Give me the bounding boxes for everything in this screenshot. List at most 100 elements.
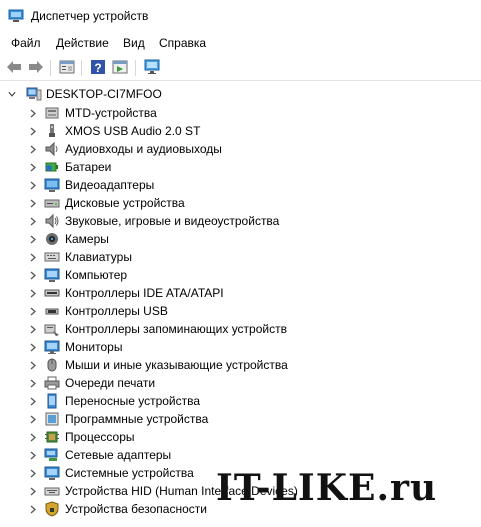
back-arrow-icon[interactable]: [5, 58, 23, 76]
tree-node-label: Системные устройства: [65, 466, 194, 480]
chevron-right-icon[interactable]: [29, 307, 37, 315]
tree-node-label: Очереди печати: [65, 376, 156, 390]
chevron-right-icon[interactable]: [29, 127, 37, 135]
tree-node[interactable]: Клавиатуры: [0, 248, 481, 266]
tree-node[interactable]: Сетевые адаптеры: [0, 446, 481, 464]
tree-node[interactable]: Программные устройства: [0, 410, 481, 428]
monitor-icon: [44, 339, 60, 355]
title-bar: Диспетчер устройств: [0, 0, 481, 32]
tree-node[interactable]: Дисковые устройства: [0, 194, 481, 212]
menu-action[interactable]: Действие: [55, 36, 110, 50]
chevron-right-icon[interactable]: [29, 253, 37, 261]
monitor-scan-icon[interactable]: [143, 58, 161, 76]
tree-node-label: XMOS USB Audio 2.0 ST: [65, 124, 201, 138]
tree-node-label: Дисковые устройства: [65, 196, 185, 210]
battery-icon: [44, 159, 60, 175]
tree-root-label: DESKTOP-CI7MFOO: [46, 87, 162, 101]
chevron-right-icon[interactable]: [29, 217, 37, 225]
tree-node-label: Клавиатуры: [65, 250, 132, 264]
tree-node-label: Видеоадаптеры: [65, 178, 155, 192]
tree-node[interactable]: Контроллеры запоминающих устройств: [0, 320, 481, 338]
chevron-right-icon[interactable]: [29, 235, 37, 243]
tree-node[interactable]: Звуковые, игровые и видеоустройства: [0, 212, 481, 230]
tree-node-label: Программные устройства: [65, 412, 209, 426]
menu-view[interactable]: Вид: [122, 36, 146, 50]
device-manager-icon: [8, 9, 24, 23]
chevron-right-icon[interactable]: [29, 343, 37, 351]
processor-icon: [44, 429, 60, 445]
tree-node-label: Сетевые адаптеры: [65, 448, 172, 462]
chevron-right-icon[interactable]: [29, 325, 37, 333]
chevron-right-icon[interactable]: [29, 397, 37, 405]
network-adapter-icon: [44, 447, 60, 463]
tree-node-label: Процессоры: [65, 430, 135, 444]
system-device-icon: [44, 465, 60, 481]
tree-node[interactable]: Переносные устройства: [0, 392, 481, 410]
tree-node-label: Мониторы: [65, 340, 123, 354]
tree-node-label: Камеры: [65, 232, 109, 246]
speaker-icon: [44, 141, 60, 157]
window-title: Диспетчер устройств: [31, 9, 149, 23]
tree-root[interactable]: DESKTOP-CI7MFOO: [0, 85, 481, 103]
tree-node[interactable]: Процессоры: [0, 428, 481, 446]
tree-node[interactable]: Компьютер: [0, 266, 481, 284]
computer-icon: [26, 86, 42, 102]
tree-node-label: Контроллеры USB: [65, 304, 168, 318]
toolbar-separator: [135, 60, 136, 76]
tree-node-label: Аудиовходы и аудиовыходы: [65, 142, 222, 156]
tree-node[interactable]: Аудиовходы и аудиовыходы: [0, 140, 481, 158]
chevron-right-icon[interactable]: [29, 415, 37, 423]
computer-icon: [44, 267, 60, 283]
toolbar-separator: [50, 60, 51, 76]
tree-node[interactable]: Мыши и иные указывающие устройства: [0, 356, 481, 374]
sound-icon: [44, 213, 60, 229]
tree-node-label: Звуковые, игровые и видеоустройства: [65, 214, 280, 228]
usb-audio-icon: [44, 123, 60, 139]
chevron-right-icon[interactable]: [29, 451, 37, 459]
tree-node[interactable]: XMOS USB Audio 2.0 ST: [0, 122, 481, 140]
help-icon[interactable]: ?: [89, 58, 107, 76]
chevron-right-icon[interactable]: [29, 199, 37, 207]
tree-node-label: Мыши и иные указывающие устройства: [65, 358, 288, 372]
menu-help[interactable]: Справка: [158, 36, 207, 50]
forward-arrow-icon[interactable]: [27, 58, 45, 76]
tree-node[interactable]: Мониторы: [0, 338, 481, 356]
chevron-right-icon[interactable]: [29, 163, 37, 171]
menu-file[interactable]: Файл: [10, 36, 42, 50]
chevron-right-icon[interactable]: [29, 433, 37, 441]
tree-node[interactable]: Батареи: [0, 158, 481, 176]
chevron-right-icon[interactable]: [29, 505, 37, 513]
chevron-right-icon[interactable]: [29, 289, 37, 297]
chevron-down-icon[interactable]: [8, 90, 16, 98]
tree-node-label: Контроллеры IDE ATA/ATAPI: [65, 286, 224, 300]
storage-controller-icon: [44, 321, 60, 337]
menu-bar: Файл Действие Вид Справка: [0, 33, 481, 53]
chevron-right-icon[interactable]: [29, 145, 37, 153]
tree-node[interactable]: MTD-устройства: [0, 104, 481, 122]
tree-node[interactable]: Контроллеры USB: [0, 302, 481, 320]
portable-device-icon: [44, 393, 60, 409]
tree-node[interactable]: Камеры: [0, 230, 481, 248]
chevron-right-icon[interactable]: [29, 361, 37, 369]
tree-node-label: Контроллеры запоминающих устройств: [65, 322, 287, 336]
chevron-right-icon[interactable]: [29, 109, 37, 117]
ide-controller-icon: [44, 285, 60, 301]
tree-node[interactable]: Очереди печати: [0, 374, 481, 392]
chevron-right-icon[interactable]: [29, 181, 37, 189]
tree-node-label: MTD-устройства: [65, 106, 157, 120]
run-icon[interactable]: [111, 58, 129, 76]
camera-icon: [44, 231, 60, 247]
tree-node[interactable]: Контроллеры IDE ATA/ATAPI: [0, 284, 481, 302]
chevron-right-icon[interactable]: [29, 271, 37, 279]
disk-drive-icon: [44, 195, 60, 211]
mtd-icon: [44, 105, 60, 121]
svg-text:?: ?: [94, 61, 101, 75]
chevron-right-icon[interactable]: [29, 469, 37, 477]
tree-node[interactable]: Видеоадаптеры: [0, 176, 481, 194]
chevron-right-icon[interactable]: [29, 487, 37, 495]
chevron-right-icon[interactable]: [29, 379, 37, 387]
tree-node-label: Батареи: [65, 160, 112, 174]
properties-icon[interactable]: [58, 58, 76, 76]
display-adapter-icon: [44, 177, 60, 193]
toolbar-separator: [81, 60, 82, 76]
